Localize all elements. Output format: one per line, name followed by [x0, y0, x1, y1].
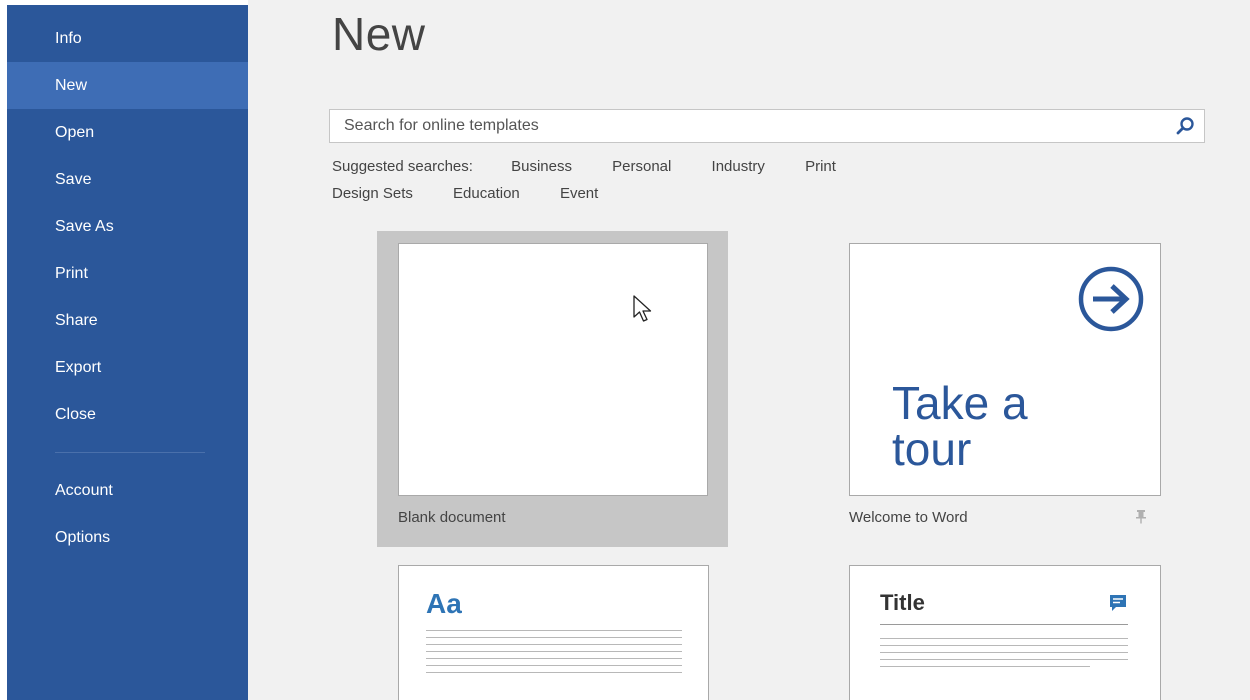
preview-line	[880, 659, 1128, 660]
suggested-searches-row-2: Design Sets Education Event	[332, 185, 634, 202]
suggested-searches: Suggested searches: Business Personal In…	[332, 158, 872, 175]
sidebar-item-account[interactable]: Account	[7, 467, 248, 514]
welcome-caption: Welcome to Word	[849, 509, 968, 526]
sidebar-item-save-as[interactable]: Save As	[7, 203, 248, 250]
suggested-print-link[interactable]: Print	[805, 158, 836, 175]
suggested-personal-link[interactable]: Personal	[612, 158, 671, 175]
preview-line	[880, 652, 1128, 653]
preview-line	[426, 658, 682, 659]
title-underline	[880, 624, 1128, 625]
sidebar-item-new[interactable]: New	[7, 62, 248, 109]
preview-line	[426, 665, 682, 666]
preview-line	[426, 651, 682, 652]
pin-icon[interactable]	[1134, 509, 1148, 530]
preview-line	[426, 630, 682, 631]
word-backstage: Info New Open Save Save As Print Share E…	[0, 0, 1250, 700]
sidebar-item-export[interactable]: Export	[7, 344, 248, 391]
page-title: New	[332, 8, 426, 60]
sidebar-item-open[interactable]: Open	[7, 109, 248, 156]
template-welcome-to-word[interactable]: Take a tour Welcome to Word	[849, 243, 1161, 533]
template-blank-document[interactable]: Blank document	[377, 231, 728, 547]
suggested-business-link[interactable]: Business	[511, 158, 572, 175]
suggested-event-link[interactable]: Event	[560, 185, 598, 202]
sidebar-item-options[interactable]: Options	[7, 514, 248, 561]
blank-document-thumbnail[interactable]	[398, 243, 708, 496]
sidebar-item-save[interactable]: Save	[7, 156, 248, 203]
welcome-preview-text: Take a tour	[892, 380, 1028, 472]
aa-template-thumbnail[interactable]: Aa	[398, 565, 709, 700]
suggested-design-sets-link[interactable]: Design Sets	[332, 185, 413, 202]
aa-preview-heading: Aa	[426, 588, 462, 619]
sidebar-item-print[interactable]: Print	[7, 250, 248, 297]
welcome-preview-line-2: tour	[892, 423, 972, 475]
suggested-industry-link[interactable]: Industry	[712, 158, 765, 175]
sidebar-item-close[interactable]: Close	[7, 391, 248, 438]
comment-icon	[1108, 593, 1128, 618]
sidebar-item-share[interactable]: Share	[7, 297, 248, 344]
arrow-right-circle-icon	[1065, 264, 1160, 339]
preview-line	[426, 637, 682, 638]
blank-document-caption: Blank document	[398, 509, 506, 526]
template-search-box	[329, 109, 1205, 143]
preview-line	[880, 666, 1090, 667]
preview-line	[426, 672, 682, 673]
title-preview-heading: Title	[880, 590, 925, 615]
sidebar-item-info[interactable]: Info	[7, 15, 248, 62]
preview-line	[426, 644, 682, 645]
title-template-thumbnail[interactable]: Title	[849, 565, 1161, 700]
sidebar-divider	[55, 452, 205, 453]
template-search-input[interactable]	[330, 110, 1150, 142]
search-icon[interactable]	[1172, 114, 1198, 138]
suggested-searches-label: Suggested searches:	[332, 158, 473, 175]
template-title[interactable]: Title	[849, 565, 1161, 700]
preview-line	[880, 638, 1128, 639]
suggested-education-link[interactable]: Education	[453, 185, 520, 202]
preview-line	[880, 645, 1128, 646]
backstage-sidebar: Info New Open Save Save As Print Share E…	[7, 5, 248, 700]
welcome-thumbnail[interactable]: Take a tour	[849, 243, 1161, 496]
welcome-preview-line-1: Take a	[892, 377, 1028, 429]
template-aa[interactable]: Aa	[398, 565, 709, 700]
new-document-panel: New Suggested searches: Business Persona…	[248, 0, 1250, 700]
